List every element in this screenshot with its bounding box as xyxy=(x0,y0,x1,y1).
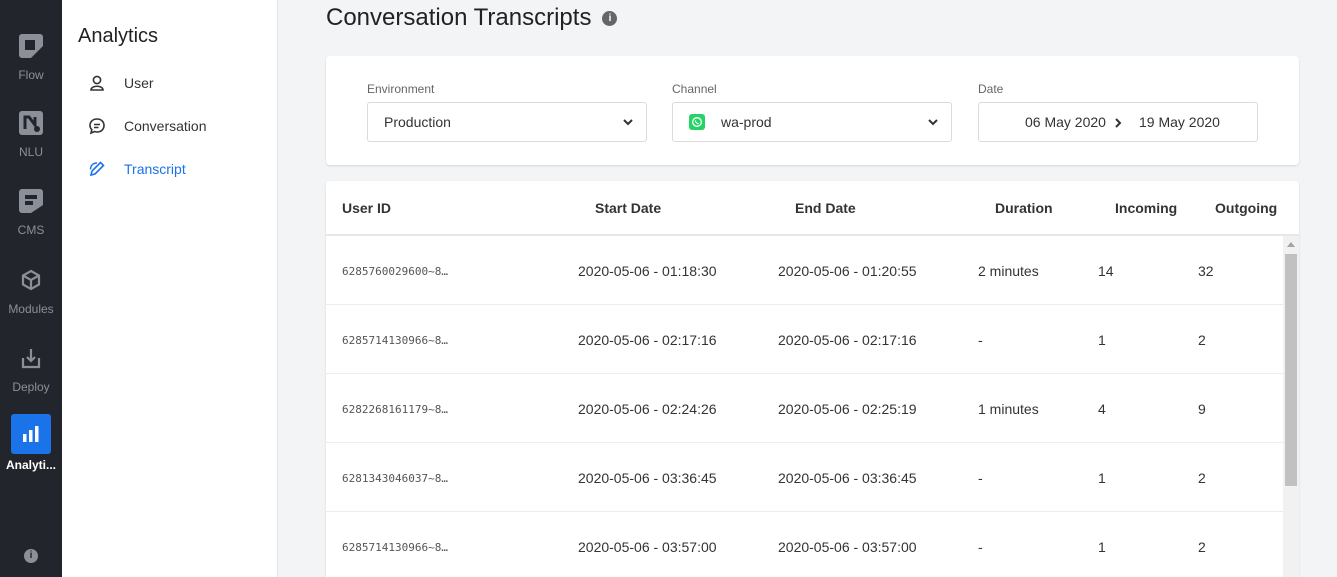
rail-active-tile xyxy=(11,414,51,454)
page-title: Conversation Transcripts i xyxy=(326,4,618,32)
environment-select[interactable]: Production xyxy=(367,102,647,142)
user-id-cell: 6285714130966~8… xyxy=(342,334,448,347)
duration-cell: 1 minutes xyxy=(978,401,1039,417)
table-row[interactable]: 6281343046037~8… 2020-05-06 - 03:36:45 2… xyxy=(326,443,1283,512)
modules-icon xyxy=(21,269,41,291)
outgoing-cell: 2 xyxy=(1198,539,1206,555)
end-date-cell: 2020-05-06 - 02:25:19 xyxy=(778,401,917,417)
rail-item-nlu[interactable]: NLU xyxy=(0,109,62,159)
outgoing-cell: 9 xyxy=(1198,401,1206,417)
outgoing-cell: 2 xyxy=(1198,332,1206,348)
column-header-start-date[interactable]: Start Date xyxy=(595,200,661,216)
channel-value: wa-prod xyxy=(721,114,772,130)
rail-label: Modules xyxy=(8,302,54,316)
table-header: User ID Start Date End Date Duration Inc… xyxy=(326,181,1299,236)
date-label: Date xyxy=(978,82,1004,96)
end-date-cell: 2020-05-06 - 03:36:45 xyxy=(778,470,917,486)
transcripts-table: User ID Start Date End Date Duration Inc… xyxy=(326,181,1299,577)
environment-label: Environment xyxy=(367,82,435,96)
start-date-cell: 2020-05-06 - 02:17:16 xyxy=(578,332,717,348)
nlu-icon xyxy=(19,111,43,135)
channel-select[interactable]: wa-prod xyxy=(672,102,952,142)
rail-item-deploy[interactable]: Deploy xyxy=(0,344,62,394)
info-icon[interactable]: i xyxy=(24,549,38,563)
column-header-user-id[interactable]: User ID xyxy=(342,200,391,216)
rail-label: CMS xyxy=(17,223,45,237)
sidebar-item-transcript[interactable]: Transcript xyxy=(88,157,186,181)
column-header-incoming[interactable]: Incoming xyxy=(1115,200,1177,216)
sidebar-item-label: Conversation xyxy=(124,118,207,134)
duration-cell: - xyxy=(978,470,983,486)
rail-label: Analyti... xyxy=(5,458,56,472)
page-title-text: Conversation Transcripts xyxy=(326,4,592,31)
environment-value: Production xyxy=(384,114,451,130)
end-date-cell: 2020-05-06 - 03:57:00 xyxy=(778,539,917,555)
sidebar-item-conversation[interactable]: Conversation xyxy=(88,114,207,138)
column-header-end-date[interactable]: End Date xyxy=(795,200,856,216)
start-date-cell: 2020-05-06 - 02:24:26 xyxy=(578,401,717,417)
cms-icon xyxy=(19,189,43,213)
incoming-cell: 1 xyxy=(1098,539,1106,555)
user-id-cell: 6285760029600~8… xyxy=(342,265,448,278)
duration-cell: 2 minutes xyxy=(978,263,1039,279)
incoming-cell: 14 xyxy=(1098,263,1114,279)
column-header-outgoing[interactable]: Outgoing xyxy=(1215,200,1277,216)
sidebar-item-label: Transcript xyxy=(124,161,186,177)
whatsapp-icon xyxy=(689,114,705,130)
duration-cell: - xyxy=(978,539,983,555)
analytics-sidebar: Analytics User Conversation Transcript xyxy=(62,0,278,577)
info-icon[interactable]: i xyxy=(602,10,618,26)
channel-label: Channel xyxy=(672,82,717,96)
filters-panel: Environment Production Channel wa-prod D… xyxy=(326,56,1299,165)
edit-icon xyxy=(89,161,105,177)
table-row[interactable]: 6285714130966~8… 2020-05-06 - 02:17:16 2… xyxy=(326,305,1283,374)
chevron-right-icon xyxy=(1115,118,1122,128)
table-row[interactable]: 6285714130966~8… 2020-05-06 - 03:57:00 2… xyxy=(326,512,1283,577)
user-icon xyxy=(90,75,104,91)
rail-item-cms[interactable]: CMS xyxy=(0,187,62,237)
sidebar-item-label: User xyxy=(124,75,154,91)
date-end[interactable]: 19 May 2020 xyxy=(1139,114,1220,130)
scroll-up-arrow-icon[interactable] xyxy=(1287,242,1295,247)
flow-icon xyxy=(19,34,43,58)
outgoing-cell: 32 xyxy=(1198,263,1214,279)
sidebar-item-user[interactable]: User xyxy=(88,71,154,95)
incoming-cell: 1 xyxy=(1098,470,1106,486)
chevron-down-icon xyxy=(623,119,633,126)
start-date-cell: 2020-05-06 - 03:36:45 xyxy=(578,470,717,486)
outgoing-cell: 2 xyxy=(1198,470,1206,486)
table-row[interactable]: 6285760029600~8… 2020-05-06 - 01:18:30 2… xyxy=(326,236,1283,305)
start-date-cell: 2020-05-06 - 01:18:30 xyxy=(578,263,717,279)
date-range-picker[interactable]: 06 May 2020 19 May 2020 xyxy=(978,102,1258,142)
incoming-cell: 4 xyxy=(1098,401,1106,417)
rail-label: Deploy xyxy=(12,380,50,394)
start-date-cell: 2020-05-06 - 03:57:00 xyxy=(578,539,717,555)
bar-chart-icon xyxy=(23,426,39,442)
deploy-icon xyxy=(21,349,41,369)
date-start[interactable]: 06 May 2020 xyxy=(1025,114,1106,130)
user-id-cell: 6282268161179~8… xyxy=(342,403,448,416)
column-header-duration[interactable]: Duration xyxy=(995,200,1053,216)
user-id-cell: 6281343046037~8… xyxy=(342,472,448,485)
rail-item-modules[interactable]: Modules xyxy=(0,266,62,316)
end-date-cell: 2020-05-06 - 01:20:55 xyxy=(778,263,917,279)
table-scrollbar[interactable] xyxy=(1283,236,1299,577)
rail-item-flow[interactable]: Flow xyxy=(0,32,62,82)
duration-cell: - xyxy=(978,332,983,348)
app-rail: Flow NLU CMS Modules Deploy Analyti... i xyxy=(0,0,62,577)
end-date-cell: 2020-05-06 - 02:17:16 xyxy=(778,332,917,348)
incoming-cell: 1 xyxy=(1098,332,1106,348)
rail-item-analytics[interactable]: Analyti... xyxy=(0,414,62,472)
user-id-cell: 6285714130966~8… xyxy=(342,541,448,554)
rail-label: Flow xyxy=(18,68,44,82)
chevron-down-icon xyxy=(928,119,938,126)
table-row[interactable]: 6282268161179~8… 2020-05-06 - 02:24:26 2… xyxy=(326,374,1283,443)
sidebar-title: Analytics xyxy=(78,25,159,47)
rail-label: NLU xyxy=(18,145,43,159)
scrollbar-thumb[interactable] xyxy=(1285,254,1297,486)
chat-icon xyxy=(89,118,105,135)
